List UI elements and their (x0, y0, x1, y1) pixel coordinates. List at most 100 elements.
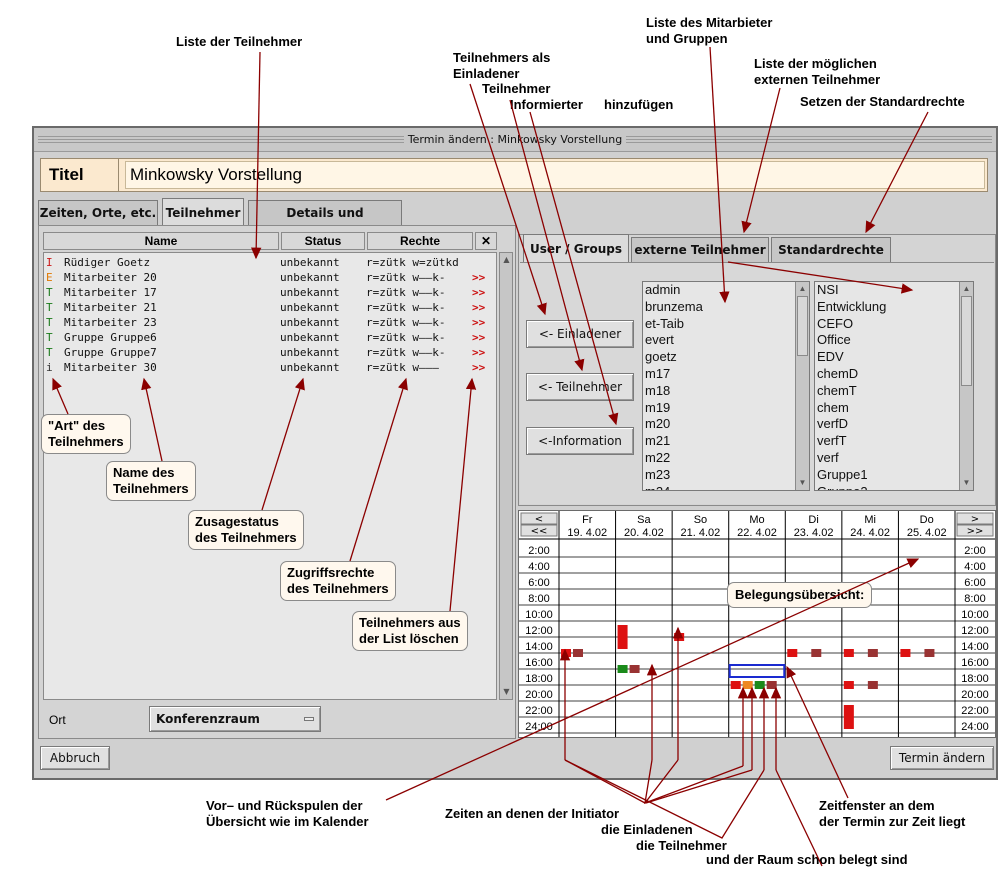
group-list-item[interactable]: verf (817, 450, 973, 467)
participant-row[interactable]: T Gruppe Gruppe7 unbekannt r=zütk w——k- >> (44, 345, 496, 360)
user-list-item[interactable]: m18 (645, 383, 809, 400)
participant-rights[interactable]: r=zütk w——k- (366, 315, 445, 330)
participant-row[interactable]: T Mitarbeiter 23 unbekannt r=zütk w——k- >> (44, 315, 496, 330)
hour-label-left: 8:00 (528, 593, 549, 605)
column-name[interactable]: Name (43, 232, 279, 250)
hour-label-left: 6:00 (528, 577, 549, 589)
tab-teilnehmer[interactable]: Teilnehmer (162, 198, 244, 225)
user-list-item[interactable]: et-Taib (645, 316, 809, 333)
user-list-item[interactable]: m23 (645, 467, 809, 484)
fast-forward-icon-label[interactable]: >> (967, 526, 984, 537)
participant-rights[interactable]: r=zütk w——k- (366, 300, 445, 315)
annotation-informed: Informierter (510, 97, 583, 112)
user-list-item[interactable]: m19 (645, 400, 809, 417)
column-delete[interactable]: ✕ (475, 232, 497, 250)
user-list-item[interactable]: m22 (645, 450, 809, 467)
group-list-item[interactable]: chem (817, 400, 973, 417)
user-list-item[interactable]: goetz (645, 349, 809, 366)
column-rights[interactable]: Rechte (367, 232, 473, 250)
group-list-item[interactable]: Gruppe2 (817, 484, 973, 490)
occupancy-block (766, 681, 777, 689)
scroll-thumb[interactable] (961, 296, 972, 386)
title-input[interactable]: Minkowsky Vorstellung (125, 161, 985, 189)
scroll-up-icon[interactable]: ▲ (796, 283, 809, 295)
remove-participant-icon[interactable]: >> (472, 330, 485, 345)
participants-scrollbar[interactable]: ▲ ▼ (499, 252, 513, 700)
user-list-item[interactable]: brunzema (645, 299, 809, 316)
current-timeslot-window (728, 664, 786, 678)
group-list-item[interactable]: Office (817, 332, 973, 349)
column-status[interactable]: Status (281, 232, 365, 250)
remove-participant-icon[interactable]: >> (472, 300, 485, 315)
add-participant-button[interactable]: <- Teilnehmer (526, 373, 634, 401)
tab-externe-teilnehmer[interactable]: externe Teilnehmer (631, 237, 769, 262)
group-list-item[interactable]: verfD (817, 416, 973, 433)
annotation-occupancy: Belegungsübersicht: (727, 582, 873, 608)
participant-row[interactable]: E Mitarbeiter 20 unbekannt r=zütk w——k- >> (44, 270, 496, 285)
user-list-item[interactable]: m20 (645, 416, 809, 433)
group-list-item[interactable]: verfT (817, 433, 973, 450)
scroll-up-icon[interactable]: ▲ (960, 283, 973, 295)
annotation-delete: Teilnehmers aus der List löschen (352, 611, 468, 651)
participant-row[interactable]: T Gruppe Gruppe6 unbekannt r=zütk w——k- >> (44, 330, 496, 345)
submit-button[interactable]: Termin ändern (890, 746, 994, 770)
group-list-item[interactable]: EDV (817, 349, 973, 366)
participant-rights[interactable]: r=zütk w——k- (366, 270, 445, 285)
participant-row[interactable]: i Mitarbeiter 30 unbekannt r=zütk w——— >> (44, 360, 496, 375)
add-informed-button[interactable]: <-Information (526, 427, 634, 455)
scroll-down-icon[interactable]: ▼ (960, 477, 973, 489)
group-list-item[interactable]: NSI (817, 282, 973, 299)
prev-icon-label[interactable]: < (535, 514, 543, 525)
group-list-item[interactable]: chemT (817, 383, 973, 400)
participant-type-icon: T (46, 301, 53, 314)
remove-participant-icon[interactable]: >> (472, 345, 485, 360)
participant-rights[interactable]: r=zütk w——k- (366, 345, 445, 360)
hour-label-right: 8:00 (964, 593, 985, 605)
ort-select[interactable]: Konferenzraum (149, 706, 321, 732)
participant-status: unbekannt (280, 331, 340, 344)
participant-rights[interactable]: r=zütk w=zütkd (366, 255, 459, 270)
next-icon-label[interactable]: > (971, 514, 979, 525)
participant-rights[interactable]: r=zütk w——— (366, 360, 439, 375)
cancel-button[interactable]: Abbruch (40, 746, 110, 770)
remove-participant-icon[interactable]: >> (472, 315, 485, 330)
hour-label-right: 22:00 (961, 705, 989, 717)
ort-label: Ort (49, 713, 66, 727)
groups-scrollbar[interactable]: ▲ ▼ (959, 282, 973, 490)
scroll-down-icon[interactable]: ▼ (796, 477, 809, 489)
participant-row[interactable]: I Rüdiger Goetz unbekannt r=zütk w=zütkd (44, 255, 496, 270)
group-list-item[interactable]: chemD (817, 366, 973, 383)
group-list-item[interactable]: CEFO (817, 316, 973, 333)
hour-label-left: 4:00 (528, 561, 549, 573)
user-list-item[interactable]: m21 (645, 433, 809, 450)
tab-standardrechte[interactable]: Standardrechte (771, 237, 891, 262)
scroll-thumb[interactable] (797, 296, 808, 356)
participant-rights[interactable]: r=zütk w——k- (366, 330, 445, 345)
participant-row[interactable]: T Mitarbeiter 17 unbekannt r=zütk w——k- >> (44, 285, 496, 300)
user-list-item[interactable]: evert (645, 332, 809, 349)
group-list-item[interactable]: Gruppe1 (817, 467, 973, 484)
group-list-item[interactable]: Entwicklung (817, 299, 973, 316)
participant-rights[interactable]: r=zütk w——k- (366, 285, 445, 300)
window-titlebar[interactable]: Termin ändern : Minkowsky Vorstellung (34, 128, 996, 152)
tab-details-kommentar[interactable]: Details und Kommentar (248, 200, 402, 244)
remove-participant-icon[interactable]: >> (472, 270, 485, 285)
user-list-item[interactable]: admin (645, 282, 809, 299)
scroll-up-icon[interactable]: ▲ (500, 254, 513, 266)
participant-row[interactable]: T Mitarbeiter 21 unbekannt r=zütk w——k- >> (44, 300, 496, 315)
rewind-icon-label[interactable]: << (531, 526, 548, 537)
remove-participant-icon[interactable]: >> (472, 360, 485, 375)
occupancy-block (617, 625, 628, 649)
remove-participant-icon[interactable]: >> (472, 285, 485, 300)
user-list-item[interactable]: m24 (645, 484, 809, 490)
occupancy-block (573, 649, 583, 657)
occupancy-block (617, 665, 628, 673)
user-list-item[interactable]: m17 (645, 366, 809, 383)
users-scrollbar[interactable]: ▲ ▼ (795, 282, 809, 490)
annotation-participant: Teilnehmer (482, 81, 551, 96)
hour-label-right: 4:00 (964, 561, 985, 573)
add-inviter-button[interactable]: <- Einladener (526, 320, 634, 348)
scroll-down-icon[interactable]: ▼ (500, 686, 513, 698)
tab-zeiten-orte[interactable]: Zeiten, Orte, etc. (38, 200, 158, 225)
tab-user-groups[interactable]: User / Groups (523, 234, 629, 262)
